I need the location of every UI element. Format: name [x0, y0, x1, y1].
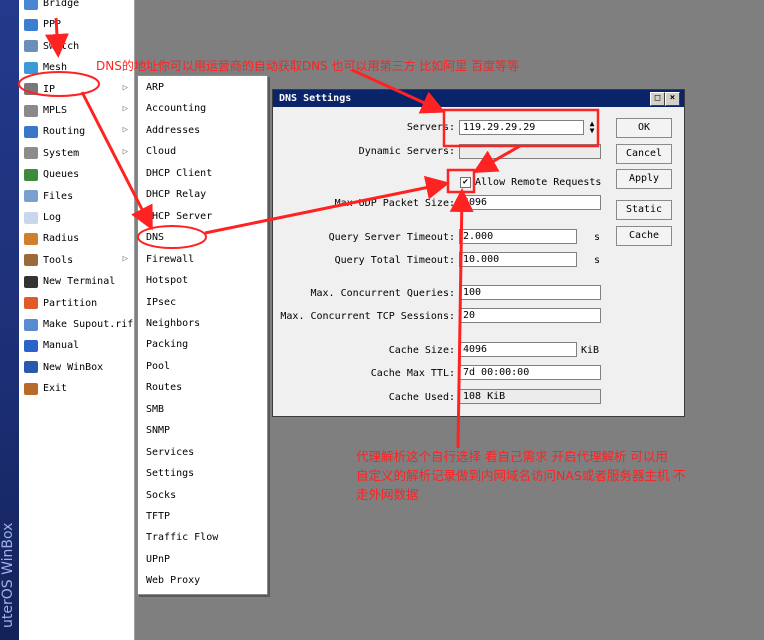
- checkbox-highlight-rect: [446, 168, 476, 194]
- arrow-up-to-servers: [472, 144, 521, 173]
- arrow-from-bottom-note: [449, 188, 474, 449]
- ip-highlight-ellipse: [18, 71, 100, 97]
- annotation-overlay: [18, 17, 600, 449]
- arrow-ip-to-dns: [80, 91, 153, 231]
- arrow-to-servers: [351, 68, 446, 114]
- arrow-dns-to-checkbox: [204, 175, 450, 235]
- dns-highlight-ellipse: [137, 225, 207, 249]
- servers-highlight-rect: [442, 108, 600, 148]
- arrow-to-switch: [44, 17, 69, 58]
